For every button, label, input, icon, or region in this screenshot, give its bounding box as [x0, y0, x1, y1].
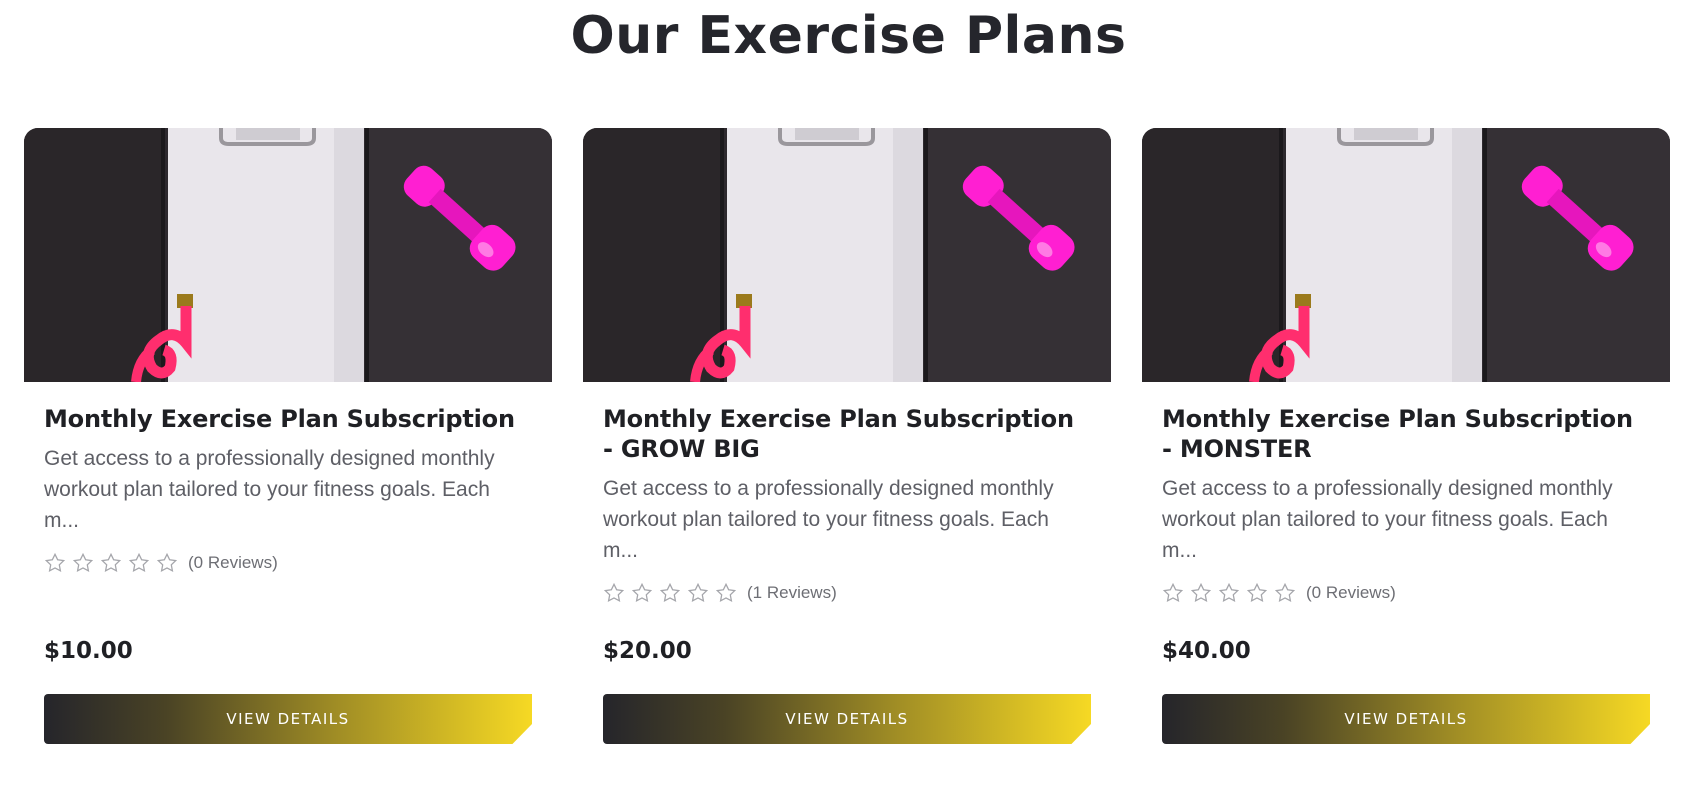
plan-card: Monthly Exercise Plan Subscription - GRO…	[583, 128, 1111, 748]
star-outline-icon	[715, 582, 737, 602]
plan-title[interactable]: Monthly Exercise Plan Subscription - MON…	[1162, 404, 1650, 464]
view-details-button[interactable]: VIEW DETAILS	[1162, 694, 1650, 744]
plan-price: $20.00	[603, 638, 692, 664]
star-outline-icon	[1274, 582, 1296, 602]
review-count: (0 Reviews)	[188, 553, 278, 572]
star-outline-icon	[687, 582, 709, 602]
plan-description: Get access to a professionally designed …	[603, 477, 1054, 562]
star-outline-icon	[1246, 582, 1268, 602]
star-outline-icon	[659, 582, 681, 602]
rating: (0 Reviews)	[44, 550, 532, 576]
page-title: Our Exercise Plans	[570, 6, 1127, 66]
star-outline-icon	[100, 552, 122, 572]
star-outline-icon	[1190, 582, 1212, 602]
view-details-button[interactable]: VIEW DETAILS	[44, 694, 532, 744]
plan-description: Get access to a professionally designed …	[44, 447, 495, 532]
plan-image[interactable]	[583, 128, 1111, 382]
star-outline-icon	[156, 552, 178, 572]
star-outline-icon	[44, 552, 66, 572]
star-outline-icon	[1162, 582, 1184, 602]
rating: (1 Reviews)	[603, 580, 1091, 606]
review-count: (1 Reviews)	[747, 583, 837, 602]
star-outline-icon	[72, 552, 94, 572]
plan-card: Monthly Exercise Plan Subscription Get a…	[24, 128, 552, 748]
plan-price: $10.00	[44, 638, 133, 664]
view-details-button[interactable]: VIEW DETAILS	[603, 694, 1091, 744]
plan-description: Get access to a professionally designed …	[1162, 477, 1613, 562]
plan-title[interactable]: Monthly Exercise Plan Subscription	[44, 404, 532, 434]
plan-card: Monthly Exercise Plan Subscription - MON…	[1142, 128, 1670, 748]
plan-title[interactable]: Monthly Exercise Plan Subscription - GRO…	[603, 404, 1091, 464]
star-outline-icon	[128, 552, 150, 572]
rating: (0 Reviews)	[1162, 580, 1650, 606]
plan-image[interactable]	[1142, 128, 1670, 382]
plan-image[interactable]	[24, 128, 552, 382]
review-count: (0 Reviews)	[1306, 583, 1396, 602]
star-outline-icon	[603, 582, 625, 602]
star-outline-icon	[631, 582, 653, 602]
star-outline-icon	[1218, 582, 1240, 602]
plan-price: $40.00	[1162, 638, 1251, 664]
